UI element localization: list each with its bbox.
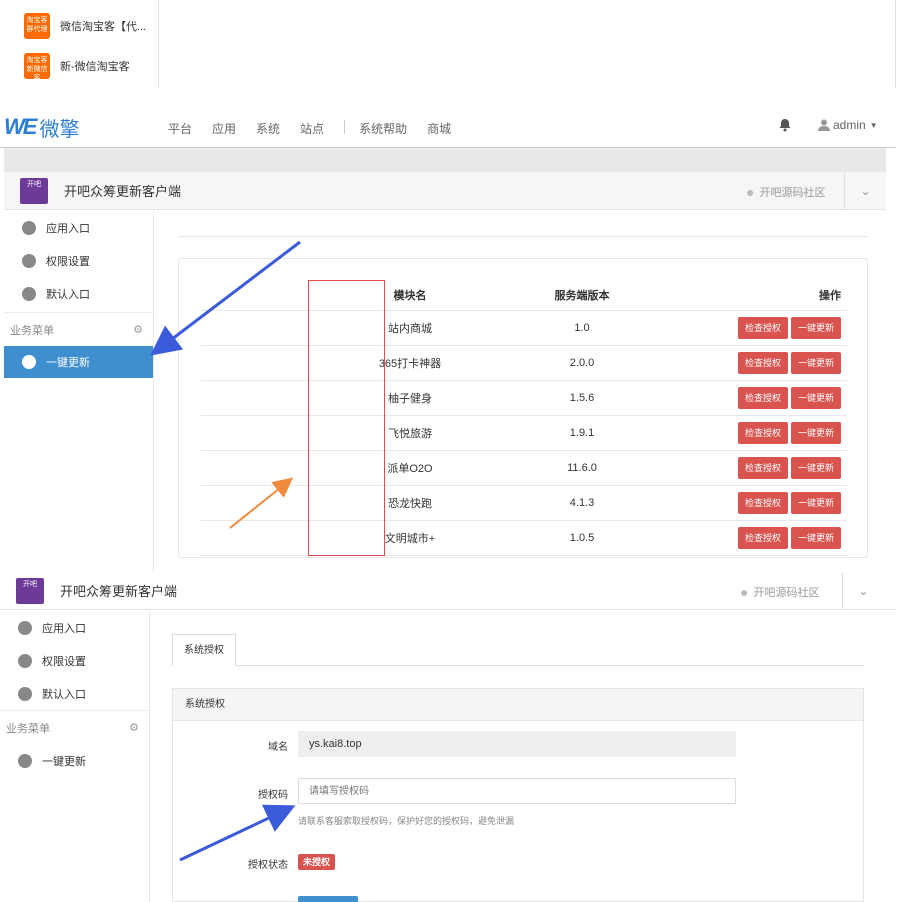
arrow-to-module-list [229, 477, 294, 529]
arrow-to-auth-code [179, 804, 296, 862]
annotation-overlay [150, 240, 301, 862]
arrow-to-update-menu [150, 240, 301, 356]
